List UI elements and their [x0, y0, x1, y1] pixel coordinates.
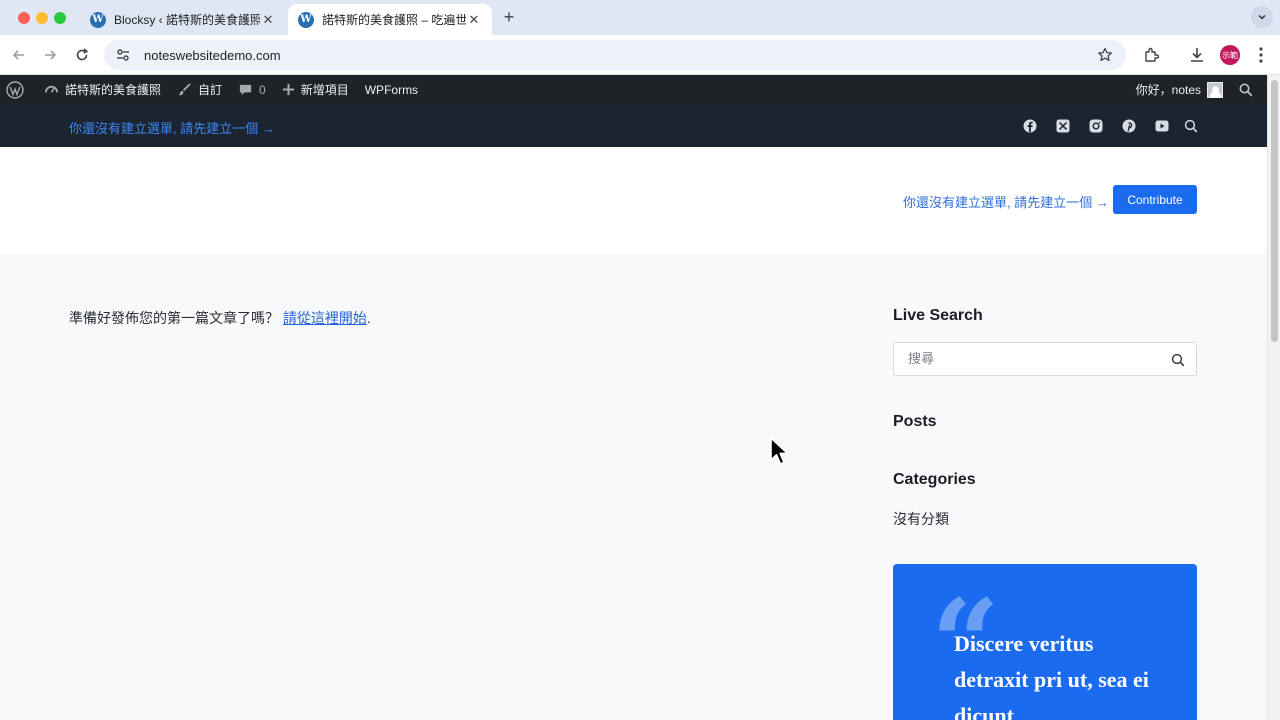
wordpress-logo-icon	[6, 80, 24, 99]
admin-bar-search[interactable]	[1231, 75, 1267, 104]
start-writing-link[interactable]: 請從這裡開始	[283, 310, 367, 326]
instagram-icon[interactable]	[1088, 118, 1104, 134]
browser-tab-site[interactable]: W 諾特斯的美食護照 – 吃遍世界 ✕	[288, 4, 492, 35]
admin-bar-wpforms[interactable]: WPForms	[357, 75, 426, 104]
chevron-down-icon	[1258, 14, 1266, 20]
contribute-button[interactable]: Contribute	[1113, 185, 1197, 214]
back-button[interactable]	[9, 45, 29, 65]
quote-widget: “ Discere veritus detraxit pri ut, sea e…	[893, 564, 1197, 720]
categories-title: Categories	[893, 471, 976, 488]
wp-admin-bar: 諾特斯的美食護照 自訂 0 新增項目 WPForms 你好，notes	[0, 75, 1267, 104]
window-close-button[interactable]	[18, 12, 30, 24]
search-input[interactable]	[908, 351, 1158, 366]
wp-logo-menu[interactable]	[0, 75, 36, 104]
paintbrush-icon	[178, 83, 191, 96]
address-bar[interactable]: noteswebsitedemo.com	[104, 40, 1126, 70]
tab-search-button[interactable]	[1251, 6, 1273, 28]
arrow-left-icon	[12, 50, 24, 60]
site-main-header: 你還沒有建立選單, 請先建立一個 → Contribute	[0, 147, 1267, 253]
close-icon[interactable]: ✕	[260, 12, 276, 28]
live-search-form	[893, 342, 1197, 376]
browser-tab-blocksy[interactable]: W Blocksy ‹ 諾特斯的美食護照 — ✕	[80, 4, 286, 35]
admin-bar-comments[interactable]: 0	[230, 75, 274, 104]
extensions-icon[interactable]	[1141, 45, 1161, 65]
more-menu-icon[interactable]	[1251, 45, 1271, 65]
admin-bar-secondary: 你好，notes	[1128, 75, 1267, 104]
quote-text: Discere veritus detraxit pri ut, sea ei …	[954, 631, 1149, 720]
close-icon[interactable]: ✕	[466, 12, 482, 28]
comment-icon	[239, 84, 252, 96]
admin-bar-new-item[interactable]: 新增項目	[274, 75, 357, 104]
search-submit-button[interactable]	[1170, 352, 1186, 368]
site-top-bar: 你還沒有建立選單, 請先建立一個 →	[0, 104, 1267, 147]
new-tab-button[interactable]: +	[500, 8, 518, 26]
avatar	[1207, 81, 1223, 98]
reload-icon	[76, 48, 89, 61]
bookmark-star-icon[interactable]	[1096, 46, 1114, 64]
mouse-cursor-icon	[770, 437, 789, 465]
profile-avatar[interactable]: 示範	[1220, 45, 1240, 65]
posts-title: Posts	[893, 413, 937, 430]
create-menu-link[interactable]: 你還沒有建立選單, 請先建立一個 →	[903, 192, 1109, 211]
forward-button[interactable]	[40, 45, 60, 65]
window-zoom-button[interactable]	[54, 12, 66, 24]
admin-bar-site-name[interactable]: 諾特斯的美食護照	[36, 75, 169, 104]
pinterest-icon[interactable]	[1121, 118, 1137, 134]
plus-icon	[282, 83, 294, 96]
browser-toolbar: noteswebsitedemo.com 示範	[0, 35, 1280, 75]
wordpress-icon: W	[298, 11, 314, 28]
live-search-title: Live Search	[893, 307, 983, 324]
no-posts-message: 準備好發佈您的第一篇文章了嗎？ 請從這裡開始.	[69, 310, 371, 326]
reload-button[interactable]	[72, 45, 92, 65]
window-minimize-button[interactable]	[36, 12, 48, 24]
url-text: noteswebsitedemo.com	[144, 47, 281, 63]
site-settings-icon[interactable]	[114, 46, 132, 64]
scrollbar-thumb[interactable]	[1271, 80, 1278, 342]
download-icon[interactable]	[1187, 45, 1207, 65]
create-menu-link[interactable]: 你還沒有建立選單, 請先建立一個 →	[69, 118, 275, 137]
dashboard-icon	[44, 85, 59, 93]
arrow-right-icon	[45, 50, 57, 60]
admin-bar-my-account[interactable]: 你好，notes	[1128, 75, 1231, 104]
admin-bar-customize[interactable]: 自訂	[169, 75, 230, 104]
tab-title: Blocksy ‹ 諾特斯的美食護照 —	[114, 13, 260, 27]
x-icon[interactable]	[1055, 118, 1071, 134]
youtube-icon[interactable]	[1154, 118, 1170, 134]
page-scrollbar[interactable]	[1267, 75, 1280, 720]
tab-title: 諾特斯的美食護照 – 吃遍世界	[322, 13, 466, 27]
search-icon	[1171, 353, 1185, 367]
facebook-icon[interactable]	[1022, 118, 1038, 134]
search-icon	[1239, 83, 1253, 96]
browser-tab-strip: W Blocksy ‹ 諾特斯的美食護照 — ✕ W 諾特斯的美食護照 – 吃遍…	[0, 0, 1280, 35]
search-icon[interactable]	[1183, 118, 1199, 134]
wordpress-icon: W	[90, 11, 106, 28]
category-link[interactable]: 沒有分類	[893, 509, 949, 529]
